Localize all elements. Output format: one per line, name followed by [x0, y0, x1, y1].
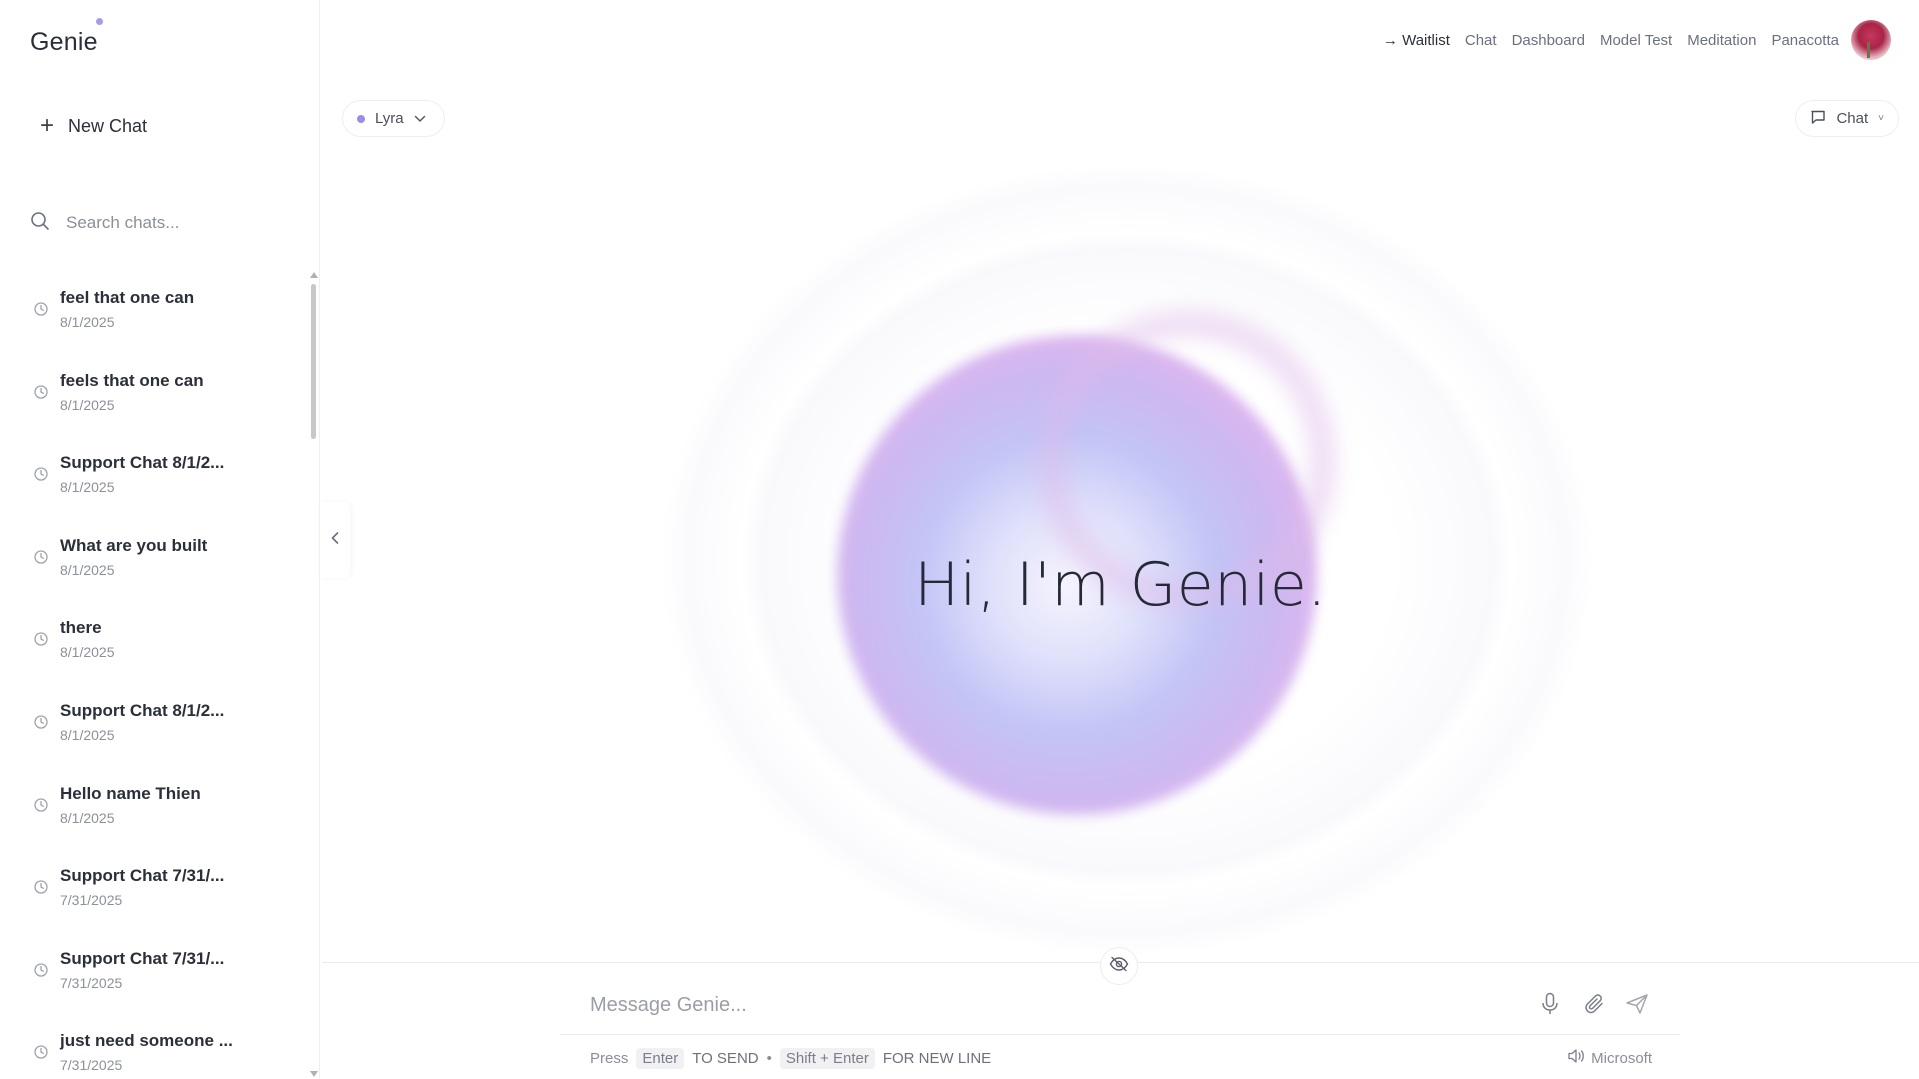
chat-title: feels that one can [60, 370, 204, 390]
model-selector[interactable]: Lyra [342, 100, 445, 137]
scroll-down-arrow[interactable] [310, 1071, 318, 1077]
chat-date: 7/31/2025 [60, 1057, 123, 1074]
chat-date: 7/31/2025 [60, 974, 123, 991]
chat-date: 8/1/2025 [60, 396, 115, 413]
chat-history-item[interactable]: Support Chat 7/31/... 7/31/2025 [0, 848, 310, 931]
avatar[interactable] [1851, 20, 1891, 60]
clock-icon [34, 715, 48, 734]
paperclip-icon[interactable] [1580, 989, 1610, 1019]
chat-history-item[interactable]: What are you built 8/1/2025 [0, 518, 310, 601]
new-chat-button[interactable]: + New Chat [40, 114, 147, 138]
new-chat-label: New Chat [68, 115, 148, 136]
message-composer [560, 975, 1680, 1035]
clock-icon [34, 963, 48, 982]
logo-dot [96, 18, 103, 25]
search-input[interactable] [66, 213, 286, 233]
chat-date: 8/1/2025 [60, 561, 115, 578]
message-input[interactable] [590, 985, 1470, 1025]
keyboard-hints: Press Enter TO SEND • Shift + Enter FOR … [590, 1048, 991, 1069]
top-nav: → Waitlist Chat Dashboard Model Test Med… [1368, 20, 1919, 60]
user-name[interactable]: Panacotta [1771, 32, 1839, 49]
chat-date: 8/1/2025 [60, 644, 115, 661]
plus-icon: + [40, 112, 55, 139]
chat-history-item[interactable]: just need someone ... 7/31/2025 [0, 1013, 310, 1079]
clock-icon [34, 797, 48, 817]
clock-icon [34, 384, 48, 404]
chat-date: 8/1/2025 [60, 479, 115, 496]
chat-bubble-icon [1810, 109, 1826, 129]
chat-history-item[interactable]: feels that one can 8/1/2025 [0, 353, 310, 436]
chat-title: Support Chat 8/1/2... [60, 453, 225, 473]
search-bar [30, 208, 300, 238]
voice-label: Microsoft [1591, 1049, 1652, 1067]
chat-history-list: feel that one can 8/1/2025 feels that on… [0, 270, 310, 1079]
chat-date: 7/31/2025 [60, 892, 123, 909]
nav-dashboard[interactable]: Dashboard [1512, 32, 1585, 49]
chevron-down-icon [414, 110, 426, 127]
hero-area: Hi, I'm Genie. [322, 150, 1919, 962]
chat-history-item[interactable]: Support Chat 8/1/2... 8/1/2025 [0, 683, 310, 766]
eye-off-icon [1109, 956, 1129, 977]
chat-title: Support Chat 7/31/... [60, 948, 225, 968]
hint-press: Press [590, 1050, 629, 1067]
chat-history-item[interactable]: Hello name Thien 8/1/2025 [0, 766, 310, 849]
mode-label: Chat [1836, 110, 1869, 127]
voice-selector[interactable]: Microsoft [1567, 1048, 1652, 1068]
nav-waitlist[interactable]: → Waitlist [1383, 32, 1450, 49]
clock-icon [34, 550, 48, 569]
chat-title: What are you built [60, 535, 208, 555]
clock-icon [34, 880, 48, 899]
clock-icon [34, 1045, 48, 1064]
chat-date: 8/1/2025 [60, 314, 115, 330]
greeting-heading: Hi, I'm Genie. [914, 550, 1327, 620]
app-logo[interactable]: Genie [30, 28, 98, 57]
sidebar: Genie + New Chat feel that one can 8/1/2… [0, 0, 320, 1079]
clock-icon [34, 302, 48, 321]
chat-title: Hello name Thien [60, 783, 201, 803]
sidebar-scrollbar[interactable] [311, 284, 316, 439]
chevron-down-icon: ˅ [1878, 113, 1884, 124]
hint-shift-enter-key: Shift + Enter [779, 1048, 875, 1069]
search-icon [30, 211, 50, 236]
clock-icon [34, 632, 48, 651]
chat-title: just need someone ... [60, 1031, 233, 1051]
hint-enter-key: Enter [636, 1048, 685, 1069]
hint-to-send: TO SEND [692, 1050, 759, 1067]
chat-title: Support Chat 8/1/2... [60, 700, 225, 720]
chat-history-item[interactable]: Support Chat 7/31/... 7/31/2025 [0, 931, 310, 1014]
chat-title: feel that one can [60, 288, 195, 307]
hint-bullet: • [766, 1050, 772, 1067]
chat-date: 8/1/2025 [60, 809, 115, 826]
chat-title: Support Chat 7/31/... [60, 866, 225, 886]
chat-history-item[interactable]: feel that one can 8/1/2025 [0, 270, 310, 353]
nav-meditation[interactable]: Meditation [1687, 32, 1756, 49]
speaker-icon [1567, 1048, 1585, 1068]
model-label: Lyra [375, 110, 404, 127]
send-icon[interactable] [1622, 989, 1652, 1019]
model-status-dot [357, 114, 365, 123]
mode-selector[interactable]: Chat ˅ [1795, 100, 1899, 137]
microphone-icon[interactable] [1535, 989, 1565, 1019]
nav-chat[interactable]: Chat [1465, 32, 1497, 49]
scroll-up-arrow[interactable] [310, 272, 318, 278]
chat-history-item[interactable]: Support Chat 8/1/2... 8/1/2025 [0, 435, 310, 518]
chat-history-item[interactable]: there 8/1/2025 [0, 600, 310, 683]
hint-new-line: FOR NEW LINE [882, 1050, 992, 1067]
chat-date: 8/1/2025 [60, 726, 115, 743]
chat-title: there [60, 618, 102, 638]
clock-icon [34, 467, 48, 486]
nav-model-test[interactable]: Model Test [1600, 32, 1672, 49]
